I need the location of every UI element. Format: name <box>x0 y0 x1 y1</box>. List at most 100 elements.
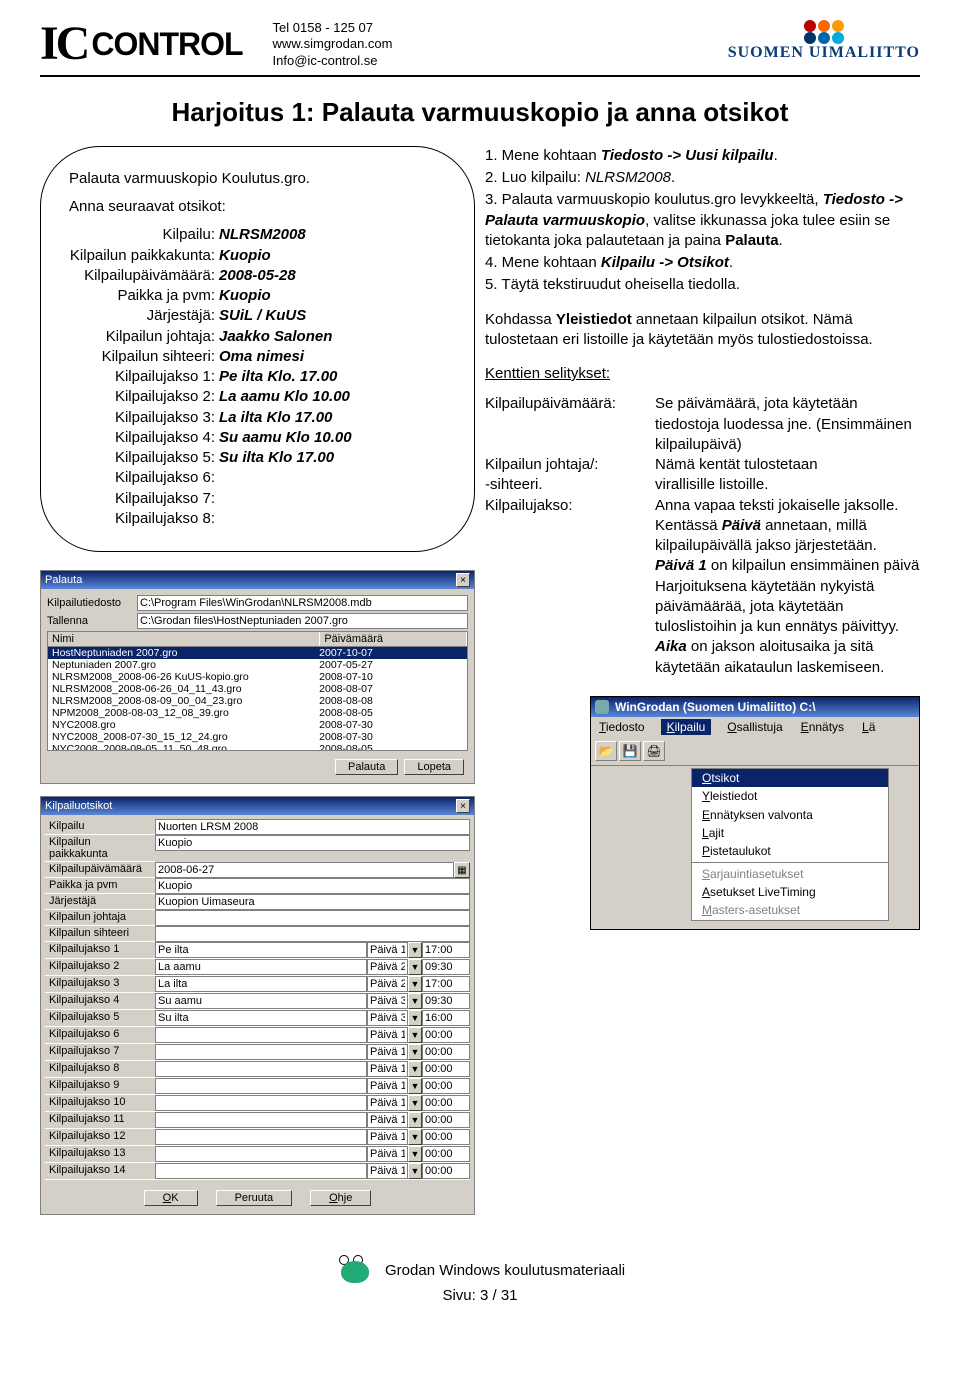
chevron-down-icon[interactable]: ▼ <box>408 1027 422 1043</box>
field-input[interactable] <box>155 835 470 851</box>
chevron-down-icon[interactable]: ▼ <box>408 942 422 958</box>
jakso-paiva-select[interactable] <box>367 976 408 992</box>
jakso-name-input[interactable] <box>155 1146 367 1162</box>
chevron-down-icon[interactable]: ▼ <box>408 1078 422 1094</box>
chevron-down-icon[interactable]: ▼ <box>408 1095 422 1111</box>
jakso-paiva-select[interactable] <box>367 1061 408 1077</box>
jakso-paiva-select[interactable] <box>367 1163 408 1179</box>
jakso-name-input[interactable] <box>155 1044 367 1060</box>
chevron-down-icon[interactable]: ▼ <box>408 959 422 975</box>
field-input[interactable] <box>155 862 454 878</box>
field-input[interactable] <box>155 894 470 910</box>
list-item[interactable]: NPM2008_2008-08-03_12_08_39.gro2008-08-0… <box>48 707 467 719</box>
chevron-down-icon[interactable]: ▼ <box>408 976 422 992</box>
ohje-button[interactable]: Ohje <box>310 1190 371 1206</box>
menubar-item[interactable]: Kilpailu <box>661 719 712 735</box>
list-item[interactable]: NYC2008.gro2008-07-30 <box>48 719 467 731</box>
close-icon[interactable]: × <box>456 799 470 813</box>
jakso-time-input[interactable] <box>422 1163 470 1179</box>
list-item[interactable]: HostNeptuniaden 2007.gro2007-10-07 <box>48 647 467 659</box>
palauta-button[interactable]: Palauta <box>335 759 398 775</box>
chevron-down-icon[interactable]: ▼ <box>408 1061 422 1077</box>
lopeta-button[interactable]: Lopeta <box>404 759 464 775</box>
jakso-paiva-select[interactable] <box>367 1146 408 1162</box>
jakso-paiva-select[interactable] <box>367 1078 408 1094</box>
toolbar-save-icon[interactable]: 💾 <box>619 741 641 761</box>
jakso-paiva-select[interactable] <box>367 1129 408 1145</box>
jakso-time-input[interactable] <box>422 1146 470 1162</box>
field-input[interactable] <box>155 910 470 926</box>
field-input[interactable] <box>155 819 470 835</box>
jakso-name-input[interactable] <box>155 1112 367 1128</box>
jakso-time-input[interactable] <box>422 976 470 992</box>
jakso-name-input[interactable] <box>155 959 367 975</box>
list-item[interactable]: NLRSM2008_2008-06-26_04_11_43.gro2008-08… <box>48 683 467 695</box>
jakso-name-input[interactable] <box>155 1078 367 1094</box>
menubar-item[interactable]: Ennätys <box>799 719 846 735</box>
chevron-down-icon[interactable]: ▼ <box>408 1163 422 1179</box>
jakso-paiva-select[interactable] <box>367 1095 408 1111</box>
jakso-time-input[interactable] <box>422 1061 470 1077</box>
chevron-down-icon[interactable]: ▼ <box>408 993 422 1009</box>
field-input[interactable] <box>155 878 470 894</box>
menubar-item[interactable]: Osallistuja <box>725 719 784 735</box>
jakso-paiva-select[interactable] <box>367 993 408 1009</box>
jakso-paiva-select[interactable] <box>367 1010 408 1026</box>
palauta-f2-input[interactable] <box>137 613 468 629</box>
ok-button[interactable]: OK <box>144 1190 198 1206</box>
jakso-name-input[interactable] <box>155 1027 367 1043</box>
chevron-down-icon[interactable]: ▼ <box>408 1010 422 1026</box>
jakso-name-input[interactable] <box>155 942 367 958</box>
menu-item[interactable]: Yleistiedot <box>692 787 888 805</box>
menu-item[interactable]: Ennätyksen valvonta <box>692 806 888 824</box>
jakso-paiva-select[interactable] <box>367 959 408 975</box>
jakso-time-input[interactable] <box>422 1044 470 1060</box>
palauta-list[interactable]: Nimi Päivämäärä HostNeptuniaden 2007.gro… <box>47 631 468 751</box>
chevron-down-icon[interactable]: ▼ <box>408 1112 422 1128</box>
toolbar-print-icon[interactable]: 🖨 <box>643 741 665 761</box>
jakso-time-input[interactable] <box>422 1095 470 1111</box>
menubar-item[interactable]: Lä <box>860 719 877 735</box>
jakso-name-input[interactable] <box>155 1129 367 1145</box>
jakso-name-input[interactable] <box>155 976 367 992</box>
menu-item[interactable]: Asetukset LiveTiming <box>692 883 888 901</box>
jakso-name-input[interactable] <box>155 1010 367 1026</box>
calendar-icon[interactable]: ▦ <box>454 862 470 878</box>
jakso-name-input[interactable] <box>155 1061 367 1077</box>
jakso-time-input[interactable] <box>422 1078 470 1094</box>
menu-item[interactable]: Otsikot <box>692 769 888 787</box>
wingrodan-menubar[interactable]: Tiedosto Kilpailu Osallistuja Ennätys Lä <box>591 717 919 737</box>
jakso-name-input[interactable] <box>155 993 367 1009</box>
list-item[interactable]: NLRSM2008_2008-06-26 KuUS-kopio.gro2008-… <box>48 671 467 683</box>
jakso-time-input[interactable] <box>422 1129 470 1145</box>
toolbar-open-icon[interactable]: 📂 <box>595 741 617 761</box>
kilpailu-dropdown[interactable]: OtsikotYleistiedotEnnätyksen valvontaLaj… <box>691 768 889 921</box>
list-item[interactable]: Neptuniaden 2007.gro2007-05-27 <box>48 659 467 671</box>
otsikot-title: Kilpailuotsikot <box>45 800 112 812</box>
close-icon[interactable]: × <box>456 573 470 587</box>
jakso-paiva-select[interactable] <box>367 942 408 958</box>
jakso-time-input[interactable] <box>422 959 470 975</box>
jakso-time-input[interactable] <box>422 1112 470 1128</box>
jakso-name-input[interactable] <box>155 1095 367 1111</box>
list-item[interactable]: NLRSM2008_2008-08-09_00_04_23.gro2008-08… <box>48 695 467 707</box>
jakso-time-input[interactable] <box>422 1010 470 1026</box>
jakso-time-input[interactable] <box>422 993 470 1009</box>
jakso-paiva-select[interactable] <box>367 1112 408 1128</box>
jakso-time-input[interactable] <box>422 942 470 958</box>
chevron-down-icon[interactable]: ▼ <box>408 1129 422 1145</box>
jakso-paiva-select[interactable] <box>367 1044 408 1060</box>
menu-item[interactable]: Pistetaulukot <box>692 842 888 860</box>
chevron-down-icon[interactable]: ▼ <box>408 1044 422 1060</box>
peruuta-button[interactable]: Peruuta <box>216 1190 293 1206</box>
palauta-f1-input[interactable] <box>137 595 468 611</box>
jakso-time-input[interactable] <box>422 1027 470 1043</box>
jakso-paiva-select[interactable] <box>367 1027 408 1043</box>
list-item[interactable]: NYC2008_2008-08-05_11_50_48.gro2008-08-0… <box>48 743 467 751</box>
list-item[interactable]: NYC2008_2008-07-30_15_12_24.gro2008-07-3… <box>48 731 467 743</box>
menubar-item[interactable]: Tiedosto <box>597 719 647 735</box>
chevron-down-icon[interactable]: ▼ <box>408 1146 422 1162</box>
field-input[interactable] <box>155 926 470 942</box>
menu-item[interactable]: Lajit <box>692 824 888 842</box>
jakso-name-input[interactable] <box>155 1163 367 1179</box>
